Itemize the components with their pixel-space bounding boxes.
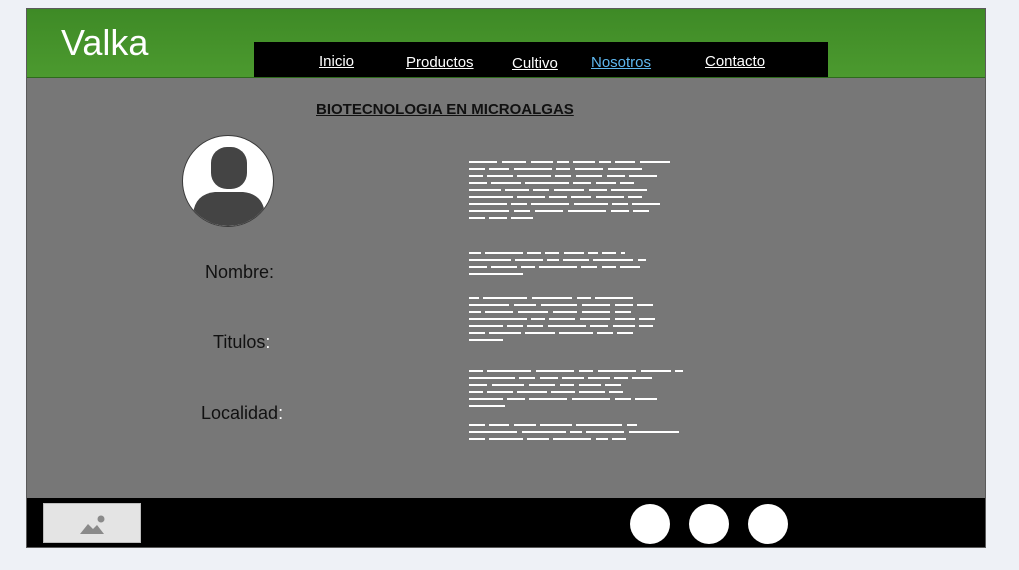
field-label-colon: :: [265, 332, 271, 352]
field-label-colon: :: [269, 262, 275, 282]
nav-bar: Inicio Productos Cultivo Nosotros Contac…: [254, 42, 828, 77]
field-label-text: Localidad: [201, 403, 279, 423]
field-label-text: Titulos: [213, 332, 266, 352]
social-button-2[interactable]: [689, 504, 729, 544]
footer: [27, 498, 985, 547]
nav-link-nosotros[interactable]: Nosotros: [591, 54, 651, 72]
field-label-localidad: Localidad:: [201, 403, 283, 424]
field-label-text: Nombre: [205, 262, 270, 282]
nav-link-cultivo[interactable]: Cultivo: [512, 55, 558, 73]
page-frame: Valka Inicio Productos Cultivo Nosotros …: [26, 8, 986, 548]
user-avatar-icon: [182, 135, 274, 227]
page-title: BIOTECNOLOGIA EN MICROALGAS: [316, 101, 574, 118]
logo[interactable]: Valka: [61, 23, 148, 63]
social-button-1[interactable]: [630, 504, 670, 544]
nav-link-productos[interactable]: Productos: [406, 54, 474, 72]
field-label-colon: :: [278, 403, 284, 423]
image-placeholder-icon: [43, 503, 141, 543]
nav-link-inicio[interactable]: Inicio: [319, 53, 354, 71]
social-button-3[interactable]: [748, 504, 788, 544]
header: Valka Inicio Productos Cultivo Nosotros …: [27, 9, 985, 78]
field-label-nombre: Nombre:: [205, 262, 274, 283]
nav-link-contacto[interactable]: Contacto: [705, 53, 765, 71]
field-label-titulos: Titulos:: [213, 332, 270, 353]
